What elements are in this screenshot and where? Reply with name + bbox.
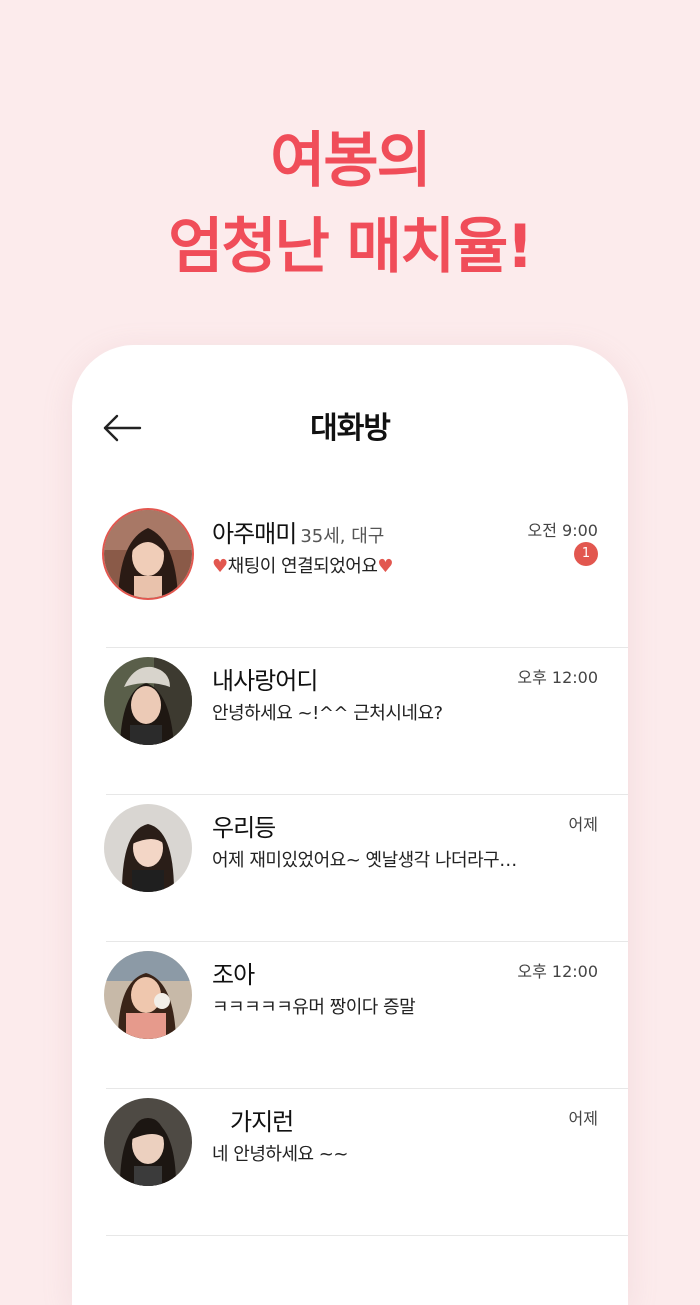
avatar <box>104 804 192 892</box>
chat-name-line: 내사랑어디 <box>212 661 318 696</box>
heart-icon: ♥ <box>377 556 394 577</box>
chat-message: 안녕하세요 ~!^^ 근처시네요? <box>212 703 443 724</box>
chat-row[interactable]: 가지런 네 안녕하세요 ~~ 어제 <box>104 1088 628 1236</box>
chat-name: 내사랑어디 <box>212 667 318 695</box>
chat-name-line: 가지런 <box>230 1102 294 1137</box>
chat-row[interactable]: 아주매미 35세, 대구 ♥채팅이 연결되었어요♥ 오전 9:00 1 <box>104 500 628 648</box>
chat-time: 어제 <box>568 815 598 834</box>
chat-row[interactable]: 우리등 어제 재미있었어요~ 옛날생각 나더라구… 어제 <box>104 794 628 942</box>
heart-icon: ♥ <box>212 556 228 577</box>
chat-message-text: 채팅이 연결되었어요 <box>227 556 378 577</box>
chat-row[interactable]: 조아 ㅋㅋㅋㅋㅋ유머 짱이다 증말 오후 12:00 <box>104 941 628 1089</box>
headline-line-2: 엄청난 매치율! <box>168 212 533 282</box>
chat-name: 아주매미 <box>212 520 297 548</box>
chat-meta: 35세, 대구 <box>300 526 385 547</box>
chat-message: ㅋㅋㅋㅋㅋ유머 짱이다 증말 <box>212 997 416 1018</box>
avatar <box>104 657 192 745</box>
screen-title: 대화방 <box>310 411 391 446</box>
unread-badge: 1 <box>574 542 598 566</box>
chat-row[interactable]: 내사랑어디 안녕하세요 ~!^^ 근처시네요? 오후 12:00 <box>104 647 628 795</box>
top-bar: 대화방 <box>72 345 628 485</box>
chat-message: ♥채팅이 연결되었어요♥ <box>212 552 394 578</box>
chat-message: 어제 재미있었어요~ 옛날생각 나더라구… <box>212 850 517 871</box>
chat-time: 오전 9:00 <box>527 521 598 540</box>
phone-frame: 대화방 아주매미35세, 대구 ♥채팅이 연결되었어요♥ 오전 9:00 1 <box>72 345 628 1305</box>
chat-name-line: 조아 <box>212 955 255 990</box>
chat-name-line: 우리등 <box>212 808 276 843</box>
chat-name: 조아 <box>212 961 255 989</box>
promo-headline: 여봉의 엄청난 매치율! <box>0 118 700 290</box>
chat-message: 네 안녕하세요 ~~ <box>212 1144 348 1165</box>
chat-name-line: 아주매미 35세, 대구 <box>212 514 384 549</box>
avatar <box>104 1098 192 1186</box>
avatar <box>104 951 192 1039</box>
chat-name: 우리등 <box>212 814 276 842</box>
chat-time: 오후 12:00 <box>517 668 598 687</box>
chat-time: 오후 12:00 <box>517 962 598 981</box>
chat-name: 가지런 <box>230 1108 294 1136</box>
chat-time: 어제 <box>568 1109 598 1128</box>
avatar <box>104 510 192 598</box>
headline-line-1: 여봉의 <box>270 126 432 196</box>
